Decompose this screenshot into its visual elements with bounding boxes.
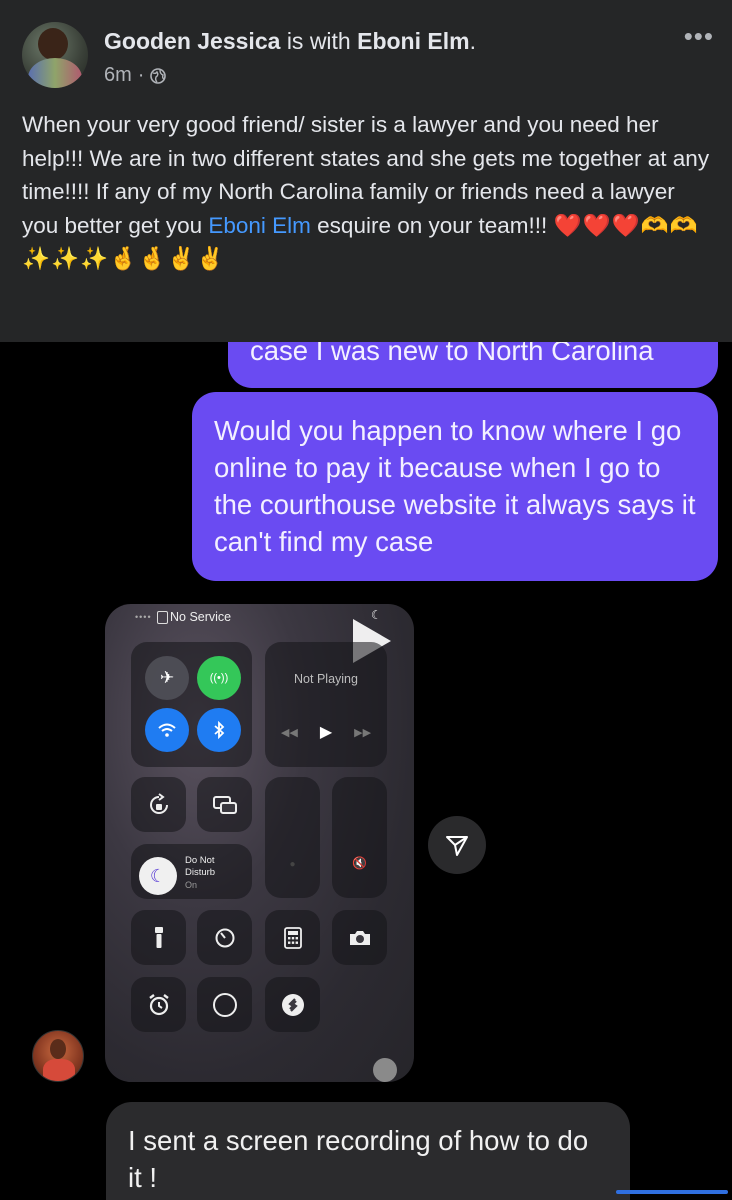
- cellular-icon[interactable]: ((•)): [197, 656, 241, 700]
- sender-face: [50, 1039, 66, 1059]
- focus-state: On: [185, 880, 198, 890]
- wifi-icon[interactable]: [145, 708, 189, 752]
- author-avatar[interactable]: [22, 22, 88, 88]
- share-icon[interactable]: [428, 816, 486, 874]
- flashlight-icon[interactable]: [131, 910, 186, 965]
- tagged-person[interactable]: Eboni Elm: [357, 28, 469, 54]
- carrier-status: No Service: [170, 610, 232, 624]
- brightness-icon: ●: [289, 859, 296, 870]
- with-text: is with: [286, 28, 351, 54]
- sent-message: Would you happen to know where I go onli…: [192, 392, 718, 581]
- meta-separator: ·: [137, 64, 145, 86]
- record-icon[interactable]: [197, 977, 252, 1032]
- signal-icon: ••••: [135, 612, 152, 622]
- alarm-icon[interactable]: [131, 977, 186, 1032]
- avatar-face: [38, 28, 68, 60]
- post-time[interactable]: 6m: [104, 64, 132, 87]
- screen-mirror-icon[interactable]: [197, 777, 252, 832]
- airplane-icon[interactable]: ✈: [145, 656, 189, 700]
- received-message: I sent a screen recording of how to do i…: [106, 1102, 630, 1200]
- sim-icon: [157, 611, 168, 624]
- post-body: When your very good friend/ sister is a …: [22, 108, 710, 276]
- assistive-touch-icon: [373, 1058, 397, 1082]
- bluetooth-icon[interactable]: [197, 708, 241, 752]
- now-playing-label: Not Playing: [294, 672, 358, 686]
- timer-icon[interactable]: [197, 910, 252, 965]
- avatar-shirt: [28, 58, 82, 88]
- rotation-lock-icon[interactable]: [131, 777, 186, 832]
- screen-recording-video[interactable]: •••• No Service ☾ ✈ ((•)) Not Playing ◀◀…: [105, 604, 414, 1082]
- moon-icon: ☾: [139, 857, 177, 895]
- connectivity-tile[interactable]: ✈ ((•)): [131, 642, 252, 767]
- mute-icon: 🔇: [352, 856, 367, 870]
- media-controls: ◀◀ ▶ ▶▶: [265, 722, 387, 742]
- post-text-tag[interactable]: Eboni Elm: [208, 213, 311, 238]
- post-image[interactable]: case I was new to North Carolina Would y…: [0, 342, 732, 1200]
- now-playing-tile[interactable]: Not Playing ◀◀ ▶ ▶▶: [265, 642, 387, 767]
- brightness-slider[interactable]: ●: [265, 777, 320, 898]
- media-play-icon[interactable]: ▶: [320, 722, 332, 742]
- calculator-icon[interactable]: [265, 910, 320, 965]
- post-meta: 6m ·: [104, 64, 167, 87]
- focus-label: Do Not Disturb On: [185, 855, 216, 890]
- sender-avatar[interactable]: [32, 1030, 84, 1082]
- author-line: Gooden Jessica is with Eboni Elm.: [104, 28, 476, 54]
- focus-tile[interactable]: ☾ Do Not Disturb On: [131, 844, 252, 899]
- more-options-icon[interactable]: •••: [684, 23, 714, 49]
- progress-bar: [616, 1190, 728, 1194]
- volume-slider[interactable]: 🔇: [332, 777, 387, 898]
- facebook-post: Gooden Jessica is with Eboni Elm. 6m · •…: [0, 0, 732, 1200]
- post-text-part2: esquire on your team!!!: [310, 212, 554, 238]
- rewind-icon[interactable]: ◀◀: [281, 726, 298, 739]
- camera-icon[interactable]: [332, 910, 387, 965]
- sender-shirt: [43, 1059, 75, 1081]
- forward-icon[interactable]: ▶▶: [354, 726, 371, 739]
- author-name[interactable]: Gooden Jessica: [104, 28, 280, 54]
- sent-message: case I was new to North Carolina: [228, 342, 718, 388]
- post-header: Gooden Jessica is with Eboni Elm. 6m · •…: [0, 0, 732, 342]
- shazam-icon[interactable]: [265, 977, 320, 1032]
- globe-icon[interactable]: [150, 67, 167, 84]
